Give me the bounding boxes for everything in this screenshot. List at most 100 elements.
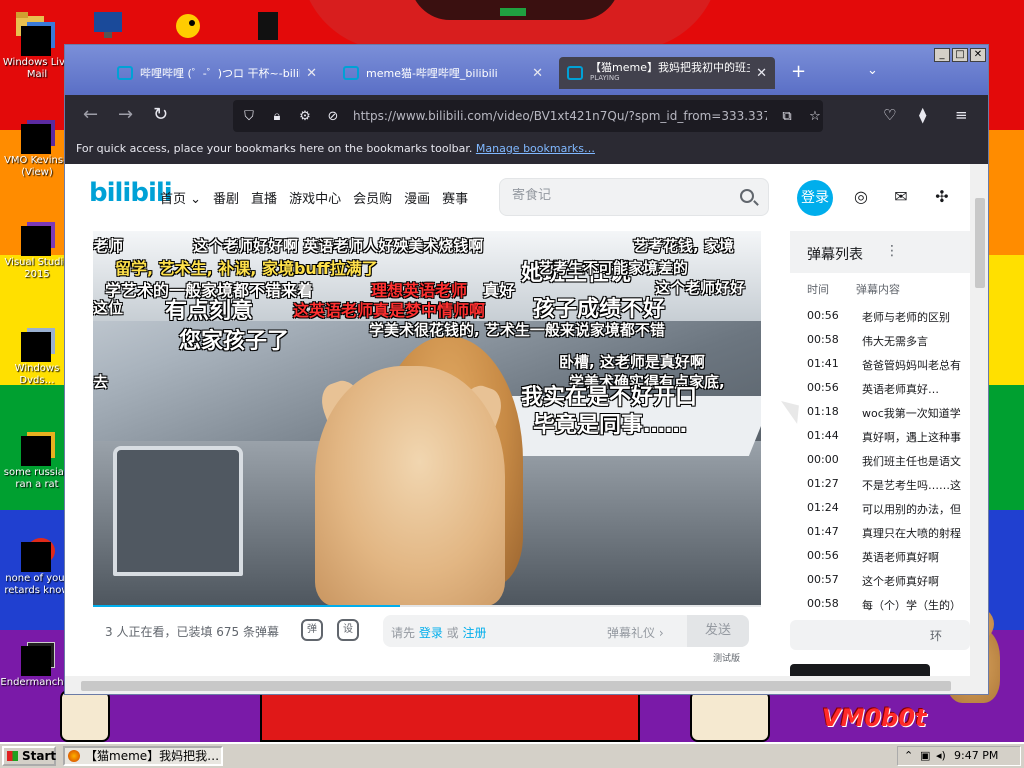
desktop-icon-label: none of your retards know <box>4 573 70 596</box>
danmaku-list-row[interactable]: 00:56 英语老师真好… <box>807 377 970 401</box>
reload-icon[interactable]: ↻ <box>153 106 168 124</box>
show-hidden-icons-icon[interactable]: ⌃ <box>904 747 913 765</box>
nav-anime[interactable]: 番剧 <box>213 188 239 207</box>
nav-manga[interactable]: 漫画 <box>404 188 430 207</box>
network-icon[interactable]: ▣ <box>920 747 930 765</box>
danmaku-list-row[interactable]: 01:24 可以用别的办法，但 <box>807 497 970 521</box>
register-link[interactable]: 注册 <box>462 626 486 640</box>
nav-game-center[interactable]: 游戏中心 <box>289 188 341 207</box>
address-bar[interactable]: ⛉ 🔒︎ ⚙ ⊘ https://www.bilibili.com/video/… <box>233 100 823 132</box>
danmaku-etiquette-link[interactable]: 弹幕礼仪 › <box>607 624 664 641</box>
danmaku-list-row[interactable]: 01:18 woc我第一次知道学 <box>807 401 970 425</box>
autoplay-blocked-icon[interactable]: ⊘ <box>325 109 341 124</box>
dynamic-fan-icon[interactable]: ✣ <box>932 187 952 207</box>
desktop-icon-windows-dvd[interactable]: Windows Dvds… <box>0 328 74 387</box>
search-input[interactable] <box>512 188 732 203</box>
trash-bin-icon[interactable] <box>252 8 284 40</box>
danmaku-list-row[interactable]: 01:44 真好啊，遇上这种事 <box>807 425 970 449</box>
more-options-icon[interactable]: ⋮ <box>885 243 899 259</box>
danmaku-comment: 去 <box>93 373 109 391</box>
tab-close-icon[interactable]: ✕ <box>532 66 543 81</box>
tab-close-icon[interactable]: ✕ <box>306 66 317 81</box>
danmaku-list-title: 弹幕列表 <box>807 247 863 263</box>
minimize-button[interactable]: _ <box>934 48 950 62</box>
desktop-icon-visual-studio[interactable]: Visual Studio 2015 <box>0 222 74 281</box>
permissions-icon[interactable]: ⚙ <box>297 109 313 124</box>
message-icon[interactable]: ✉ <box>891 187 911 207</box>
taskbar-item-firefox[interactable]: 【猫meme】我妈把我… <box>63 746 223 766</box>
desktop-icon-label: VMO Kevinsri (View) <box>4 155 70 178</box>
desktop-icon-label: Endermanch… <box>0 677 74 688</box>
nav-live[interactable]: 直播 <box>251 188 277 207</box>
login-avatar-button[interactable]: 登录 <box>797 180 833 216</box>
video-scene-chair <box>113 446 243 576</box>
hamburger-menu-icon[interactable]: ≡ <box>955 106 968 124</box>
nav-home[interactable]: 首页 ⌄ <box>160 188 201 207</box>
video-player[interactable]: 老师 这个老师好好啊 英语老师人好殃美术烧钱啊 艺考花钱, 家境 留学, 艺术生, 补… <box>93 231 761 606</box>
start-button[interactable]: Start <box>2 746 56 766</box>
vertical-scrollbar[interactable] <box>970 164 988 676</box>
monitor-icon[interactable] <box>92 8 124 40</box>
danmaku-list-row[interactable]: 01:47 真理只在大喷的射程 <box>807 521 970 545</box>
tab-active-video[interactable]: 【猫meme】我妈把我初中的班主任 PLAYING ✕ <box>559 57 775 89</box>
manage-bookmarks-link[interactable]: Manage bookmarks… <box>476 142 595 155</box>
danmaku-comment: 艺考生不可能家境差的 <box>538 259 689 277</box>
danmaku-comment: 这个老师好好 <box>655 279 746 297</box>
nav-esports[interactable]: 赛事 <box>442 188 468 207</box>
desktop-icon-vmo-kevinsri[interactable]: VMO Kevinsri (View) <box>0 120 74 179</box>
new-tab-button[interactable]: + <box>791 63 806 81</box>
desktop-icon-retards-know[interactable]: none of your retards know <box>0 538 74 597</box>
navigation-toolbar: ← → ↻ ⛉ 🔒︎ ⚙ ⊘ https://www.bilibili.com/… <box>65 95 988 137</box>
danmaku-comment: 艺考花钱, 家境 <box>633 237 734 255</box>
scroll-thumb[interactable] <box>81 681 951 691</box>
desktop-icon-endermanch[interactable]: Endermanch… <box>0 642 74 689</box>
clock[interactable]: 9:47 PM <box>954 747 998 765</box>
shield-icon[interactable]: ⛉ <box>241 109 257 124</box>
column-content[interactable]: 弹幕内容 <box>856 281 900 297</box>
send-danmaku-button[interactable]: 发送 <box>687 615 749 647</box>
danmaku-list-row[interactable]: 00:58 伟大无需多言 <box>807 329 970 353</box>
picture-in-picture-icon[interactable]: ⧉ <box>779 109 795 124</box>
danmaku-list-row[interactable]: 00:56 老师与老师的区别 <box>807 305 970 329</box>
scroll-thumb[interactable] <box>975 198 985 288</box>
search-bar <box>499 178 769 216</box>
danmaku-list-header[interactable]: 弹幕列表 ⋮ <box>790 231 970 273</box>
danmaku-list-row[interactable]: 00:57 这个老师真好啊 <box>807 569 970 593</box>
danmaku-settings-icon[interactable]: 设 <box>337 619 359 641</box>
desktop-icon-label: Visual Studio 2015 <box>4 257 70 280</box>
close-window-button[interactable]: ✕ <box>970 48 986 62</box>
desktop-icon-windows-live-mail[interactable]: Windows Live Mail <box>0 22 74 81</box>
column-time[interactable]: 时间 <box>807 281 829 297</box>
tab-meme-cat[interactable]: meme猫-哔哩哔哩_bilibili ✕ <box>335 57 551 89</box>
danmaku-list-row[interactable]: 01:41 爸爸管妈妈叫老总有 <box>807 353 970 377</box>
danmaku-input[interactable]: 请先 登录 或 注册 弹幕礼仪 › 发送 <box>383 615 749 647</box>
danmaku-list-row[interactable]: 00:58 每（个）学（生的） <box>807 593 970 611</box>
window-titlebar: _ □ ✕ 哔哩哔哩 (゜-゜)つロ 干杯~-bilibili ✕ meme猫-… <box>65 45 988 95</box>
danmaku-text: 我们班主任也是语文 <box>862 455 961 468</box>
login-link[interactable]: 登录 <box>419 626 443 640</box>
tab-close-icon[interactable]: ✕ <box>756 66 767 81</box>
horizontal-scrollbar[interactable] <box>65 676 988 694</box>
danmaku-list-footer[interactable]: 环 <box>790 620 970 650</box>
list-all-tabs-chevron-icon[interactable]: ⌄ <box>867 63 878 78</box>
url-text[interactable]: https://www.bilibili.com/video/BV1xt421n… <box>353 109 767 123</box>
danmaku-list-row[interactable]: 01:27 不是艺考生吗……这 <box>807 473 970 497</box>
tab-bilibili-home[interactable]: 哔哩哔哩 (゜-゜)つロ 干杯~-bilibili ✕ <box>109 57 325 89</box>
premium-icon[interactable]: ◎ <box>851 187 871 207</box>
desktop-icon-russian-rat[interactable]: some russian ran a rat <box>0 432 74 491</box>
visual-studio-icon <box>21 222 55 256</box>
forward-arrow-icon[interactable]: → <box>118 106 133 124</box>
maximize-button[interactable]: □ <box>952 48 968 62</box>
nav-mall[interactable]: 会员购 <box>353 188 392 207</box>
pocket-icon[interactable]: ♡ <box>883 106 896 124</box>
bird-icon[interactable] <box>170 8 202 40</box>
extensions-icon[interactable]: ⧫ <box>919 106 926 124</box>
danmaku-toggle-icon[interactable]: 弹 <box>301 619 323 641</box>
danmaku-list-row[interactable]: 00:56 英语老师真好啊 <box>807 545 970 569</box>
bookmark-star-icon[interactable]: ☆ <box>807 109 823 124</box>
lock-icon[interactable]: 🔒︎ <box>269 109 285 124</box>
back-arrow-icon[interactable]: ← <box>83 106 98 124</box>
search-icon[interactable] <box>740 189 754 203</box>
danmaku-list-row[interactable]: 00:00 我们班主任也是语文 <box>807 449 970 473</box>
volume-icon[interactable]: ◂) <box>936 747 946 765</box>
